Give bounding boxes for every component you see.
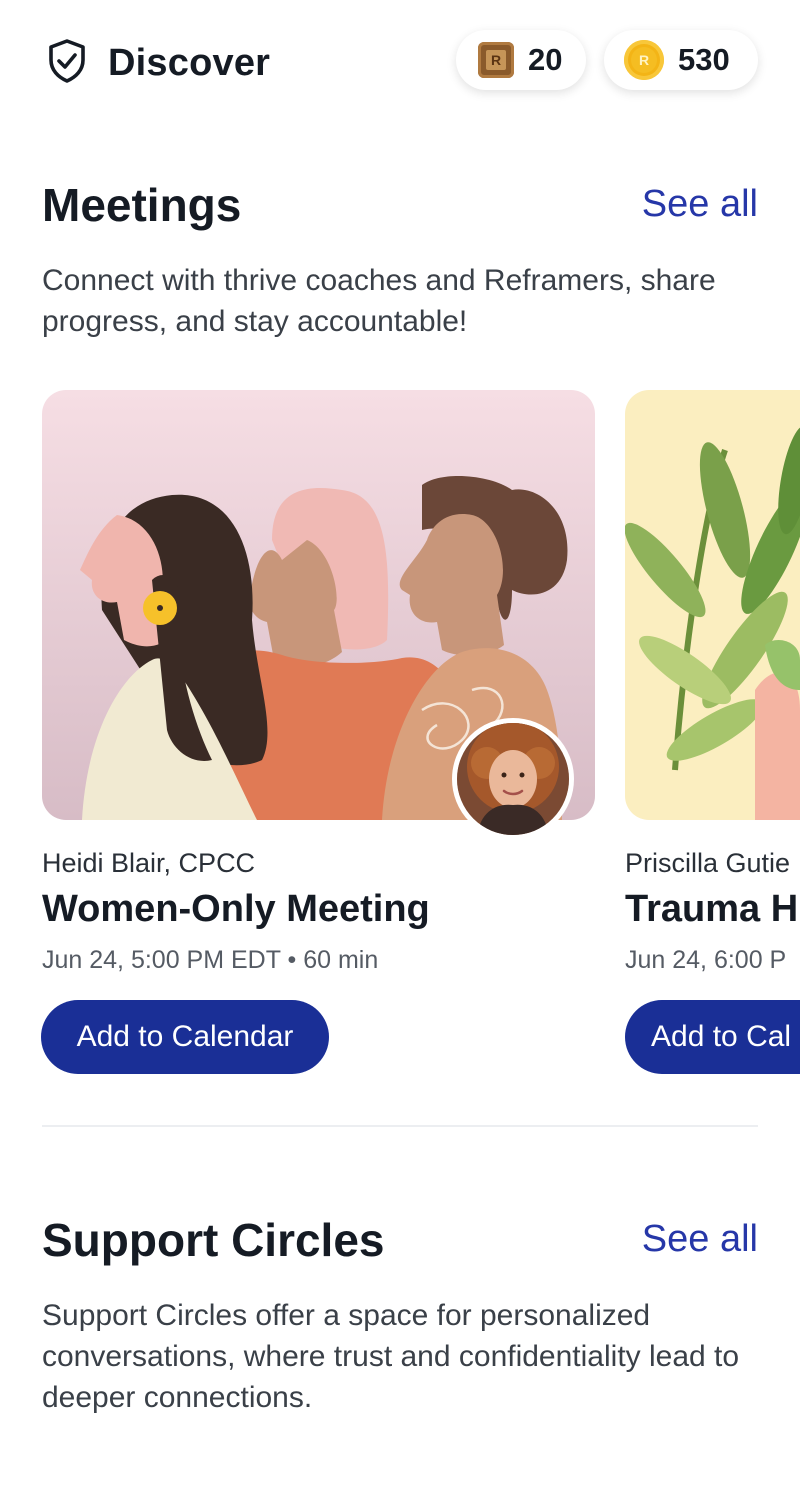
coin-balance[interactable]: R 530 <box>604 30 758 90</box>
meeting-host: Priscilla Gutie <box>625 848 791 878</box>
shield-check-icon <box>46 38 88 89</box>
meeting-time: Jun 24, 5:00 PM EDT • 60 min <box>42 946 379 974</box>
meetings-heading: Meetings <box>42 179 242 231</box>
meeting-illustration <box>625 390 800 820</box>
r-token-icon: R <box>478 42 514 78</box>
coin-count: 530 <box>678 42 730 77</box>
top-bar: Discover R 20 R 530 <box>0 0 800 120</box>
meeting-card[interactable] <box>625 390 800 820</box>
section-divider <box>42 1125 758 1127</box>
meeting-host: Heidi Blair, CPCC <box>42 848 256 878</box>
meetings-see-all-link[interactable]: See all <box>642 183 758 226</box>
support-circles-heading: Support Circles <box>42 1214 385 1266</box>
coin-icon: R <box>624 40 664 80</box>
meeting-time: Jun 24, 6:00 P <box>625 946 787 974</box>
add-to-calendar-button[interactable]: Add to Calendar <box>41 1000 329 1074</box>
meeting-title[interactable]: Women-Only Meeting <box>42 888 430 931</box>
support-circles-see-all-link[interactable]: See all <box>642 1218 758 1261</box>
host-avatar[interactable] <box>452 718 574 840</box>
add-to-calendar-button[interactable]: Add to Cal <box>625 1000 800 1074</box>
meetings-description: Connect with thrive coaches and Reframer… <box>42 264 716 338</box>
page-title: Discover <box>108 42 271 84</box>
brand: Discover <box>46 38 270 89</box>
r-token-balance[interactable]: R 20 <box>456 30 586 90</box>
support-circles-description: Support Circles offer a space for person… <box>42 1299 740 1414</box>
meeting-title[interactable]: Trauma H <box>625 888 798 931</box>
r-token-count: 20 <box>528 42 563 77</box>
